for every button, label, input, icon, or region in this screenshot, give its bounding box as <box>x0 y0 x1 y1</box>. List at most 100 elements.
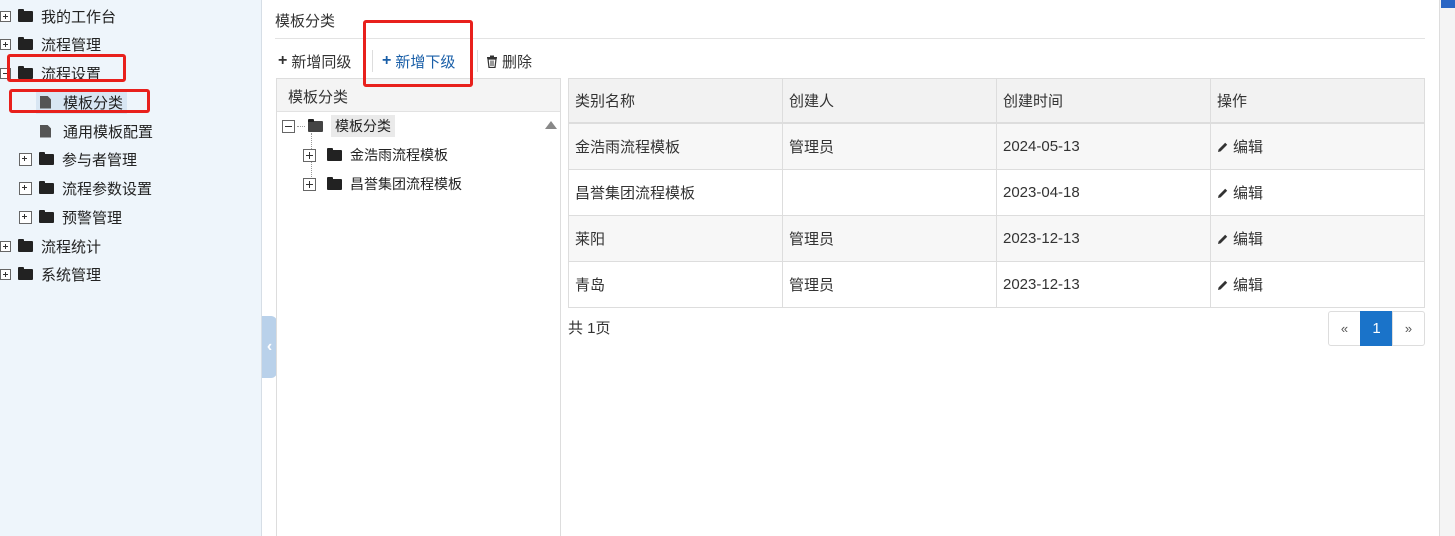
column-header[interactable]: 类别名称 <box>568 78 783 124</box>
category-table: 类别名称 创建人 创建时间 操作 金浩雨流程模板 管理员 2024-05-13 … <box>568 78 1425 308</box>
folder-icon <box>39 151 54 165</box>
creator-cell: 管理员 <box>782 122 997 170</box>
scroll-up-icon[interactable] <box>545 121 557 129</box>
sidebar-item-general-template-config[interactable]: 通用模板配置 <box>40 119 153 143</box>
folder-icon <box>39 180 54 194</box>
expand-icon[interactable] <box>303 177 316 191</box>
expand-icon[interactable] <box>19 181 32 195</box>
expand-icon[interactable] <box>19 210 32 224</box>
table-row[interactable]: 青岛 管理员 2023-12-13 编辑 <box>568 261 1425 308</box>
pencil-icon <box>1218 280 1228 290</box>
window-edge <box>1439 0 1455 536</box>
edit-label: 编辑 <box>1233 231 1264 248</box>
sidebar-item-label: 系统管理 <box>41 266 102 284</box>
sidebar-item-alert-management[interactable]: 预警管理 <box>19 205 122 229</box>
plus-icon: + <box>382 52 392 69</box>
sidebar-item-process-management[interactable]: 流程管理 <box>0 32 101 56</box>
action-cell: 编辑 <box>1210 261 1425 308</box>
tree-node-label: 模板分类 <box>331 115 395 137</box>
table-row[interactable]: 昌誉集团流程模板 2023-04-18 编辑 <box>568 169 1425 216</box>
folder-icon <box>18 238 33 252</box>
sidebar-item-participant-management[interactable]: 参与者管理 <box>19 147 137 171</box>
sidebar-item-label: 模板分类 <box>63 94 124 112</box>
creator-cell: 管理员 <box>782 261 997 308</box>
tree-node-root[interactable]: 模板分类 <box>282 115 395 137</box>
column-header[interactable]: 创建时间 <box>996 78 1211 124</box>
action-cell: 编辑 <box>1210 215 1425 262</box>
toolbar-separator <box>372 50 373 72</box>
collapse-icon[interactable] <box>0 67 11 79</box>
folder-icon <box>39 209 54 223</box>
tree-node-label: 昌誉集团流程模板 <box>350 176 462 192</box>
plus-icon: + <box>278 52 288 69</box>
category-name-cell: 金浩雨流程模板 <box>568 122 783 170</box>
expand-icon[interactable] <box>0 10 11 22</box>
edit-button[interactable]: 编辑 <box>1217 228 1263 249</box>
tree-node-label: 金浩雨流程模板 <box>350 147 448 163</box>
document-icon <box>40 124 51 138</box>
sidebar-item-label: 我的工作台 <box>41 8 117 26</box>
edit-label: 编辑 <box>1233 185 1264 202</box>
next-page-button[interactable]: » <box>1392 311 1425 346</box>
sidebar-item-label: 流程统计 <box>41 238 102 256</box>
sidebar-item-label: 通用模板配置 <box>63 123 154 141</box>
table-row[interactable]: 金浩雨流程模板 管理员 2024-05-13 编辑 <box>568 122 1425 170</box>
add-child-button[interactable]: + 新增下级 <box>382 50 455 72</box>
sidebar-item-template-category[interactable]: 模板分类 <box>36 90 128 114</box>
action-cell: 编辑 <box>1210 169 1425 216</box>
expand-icon[interactable] <box>0 240 11 252</box>
trash-icon <box>487 55 497 68</box>
table-row[interactable]: 莱阳 管理员 2023-12-13 编辑 <box>568 215 1425 262</box>
sidebar-item-workbench[interactable]: 我的工作台 <box>0 4 116 28</box>
expand-icon[interactable] <box>19 152 32 166</box>
column-header[interactable]: 创建人 <box>782 78 997 124</box>
created-date-cell: 2024-05-13 <box>996 122 1211 170</box>
tree-node[interactable]: 昌誉集团流程模板 <box>303 173 462 195</box>
action-cell: 编辑 <box>1210 122 1425 170</box>
edit-button[interactable]: 编辑 <box>1217 136 1263 157</box>
edit-button[interactable]: 编辑 <box>1217 274 1263 295</box>
sidebar-collapse-button[interactable]: ‹ <box>262 316 277 378</box>
tree-node[interactable]: 金浩雨流程模板 <box>303 144 448 166</box>
tree-panel-header: 模板分类 <box>277 79 560 112</box>
sidebar-item-label: 流程管理 <box>41 36 102 54</box>
expand-icon[interactable] <box>0 268 11 280</box>
prev-page-button[interactable]: « <box>1328 311 1361 346</box>
category-name-cell: 昌誉集团流程模板 <box>568 169 783 216</box>
sidebar-item-process-statistics[interactable]: 流程统计 <box>0 234 101 258</box>
folder-icon <box>18 8 33 22</box>
document-icon <box>40 95 51 109</box>
divider <box>275 38 1425 39</box>
folder-icon <box>18 266 33 280</box>
page-1-button[interactable]: 1 <box>1360 311 1393 346</box>
page-count: 共 1页 <box>568 320 611 337</box>
column-header[interactable]: 操作 <box>1210 78 1425 124</box>
table-header-row: 类别名称 创建人 创建时间 操作 <box>568 78 1425 124</box>
sidebar-item-process-parameter-settings[interactable]: 流程参数设置 <box>19 176 152 200</box>
add-sibling-button[interactable]: + 新增同级 <box>278 50 351 72</box>
created-date-cell: 2023-04-18 <box>996 169 1211 216</box>
sidebar-item-process-settings[interactable]: 流程设置 <box>0 61 101 85</box>
folder-open-icon <box>18 65 33 79</box>
creator-cell <box>782 169 997 216</box>
pencil-icon <box>1218 188 1228 198</box>
created-date-cell: 2023-12-13 <box>996 261 1211 308</box>
category-name-cell: 青岛 <box>568 261 783 308</box>
folder-open-icon <box>308 118 323 132</box>
edit-button[interactable]: 编辑 <box>1217 182 1263 203</box>
folder-icon <box>327 176 342 190</box>
expand-icon[interactable] <box>303 148 316 162</box>
sidebar-item-label: 参与者管理 <box>62 151 138 169</box>
sidebar-item-system-management[interactable]: 系统管理 <box>0 262 101 286</box>
expand-icon[interactable] <box>0 38 11 50</box>
folder-icon <box>327 147 342 161</box>
toolbar-separator <box>477 50 478 72</box>
chevron-left-icon: ‹ <box>266 338 273 355</box>
sidebar-item-label: 流程参数设置 <box>62 180 153 198</box>
delete-label: 删除 <box>502 53 533 71</box>
created-date-cell: 2023-12-13 <box>996 215 1211 262</box>
collapse-icon[interactable] <box>282 119 295 133</box>
delete-button[interactable]: 删除 <box>486 50 532 72</box>
tree-panel-title: 模板分类 <box>288 89 349 106</box>
pencil-icon <box>1218 234 1228 244</box>
